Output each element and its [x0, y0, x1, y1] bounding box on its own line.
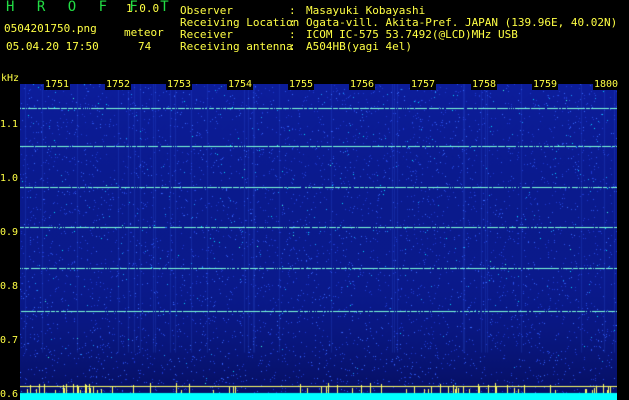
header-panel: H R O F F T 1.0.0 0504201750.png meteor … [0, 0, 629, 72]
y-tick-label: 0.7 [0, 334, 19, 346]
file-datetime: 05.04.20 17:50 [6, 40, 99, 53]
file-name: 0504201750.png [4, 22, 97, 35]
y-tick-label: 1.1 [0, 118, 19, 130]
x-tick-label: 1759 [532, 79, 559, 90]
x-tick-label: 1758 [471, 79, 498, 90]
x-tick-label: 1756 [349, 79, 376, 90]
y-tick-label: 0.9 [0, 226, 19, 238]
app-version: 1.0.0 [126, 2, 160, 15]
x-tick-label: 1751 [44, 79, 71, 90]
x-tick-label: 1752 [105, 79, 132, 90]
x-tick-label: 1755 [288, 79, 315, 90]
y-axis-unit: kHz [1, 73, 20, 84]
antenna-sep: : [289, 40, 296, 53]
x-tick-label: 1754 [227, 79, 254, 90]
meteor-count: 74 [138, 40, 152, 53]
spectrogram-plot [20, 84, 617, 400]
antenna-label: Receiving antenna [180, 40, 293, 53]
antenna-value: A504HB(yagi 4el) [306, 40, 412, 53]
y-tick-label: 1.0 [0, 172, 19, 184]
y-tick-label: 0.6 [0, 388, 19, 400]
x-tick-label: 1800 [593, 79, 620, 90]
x-tick-label: 1753 [166, 79, 193, 90]
x-tick-label: 1757 [410, 79, 437, 90]
meteor-label: meteor [124, 26, 164, 39]
y-tick-label: 0.8 [0, 280, 19, 292]
